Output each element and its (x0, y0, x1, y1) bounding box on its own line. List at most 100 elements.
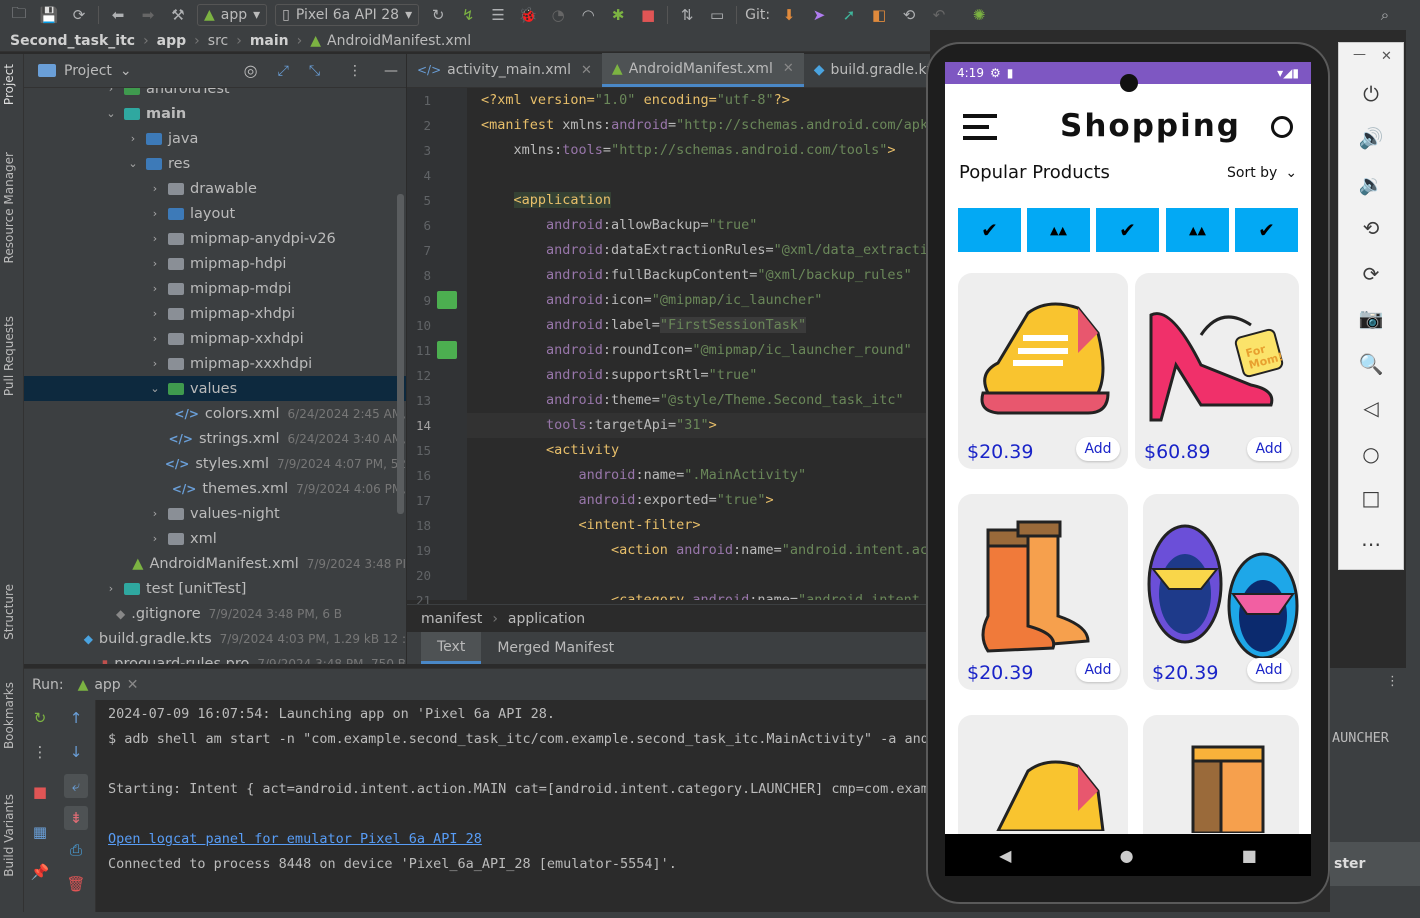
tab-merged-manifest[interactable]: Merged Manifest (481, 632, 630, 664)
git-rollback-icon[interactable]: ↶ (924, 3, 954, 27)
more-icon[interactable]: ⋯ (1356, 529, 1386, 559)
expand-all-icon[interactable]: ⤢ (278, 63, 289, 79)
device-manager-icon[interactable]: ▭ (702, 3, 732, 27)
brand-nike[interactable]: ✔ (958, 208, 1021, 252)
close-icon[interactable]: ✕ (581, 63, 592, 78)
run-config-select[interactable]: ▲ app ▾ (197, 4, 268, 26)
debug-icon[interactable]: 🐞 (513, 3, 543, 27)
android-icon[interactable] (437, 341, 457, 359)
product-card[interactable]: $20.39 Add (958, 494, 1128, 690)
hide-icon[interactable]: — (384, 63, 398, 79)
product-card[interactable]: $20.39 Add (958, 273, 1128, 469)
project-view-select[interactable]: Project (64, 63, 112, 79)
tree-item[interactable]: › androidTest (24, 88, 406, 101)
git-diff-icon[interactable]: ◧ (864, 3, 894, 27)
chevron-right-icon[interactable]: › (126, 132, 140, 145)
sync-icon[interactable]: ⟳ (64, 3, 94, 27)
tab-bookmarks[interactable]: Bookmarks (2, 682, 16, 749)
tree-item[interactable]: </> strings.xml 6/24/2024 3:40 AM, (24, 426, 406, 451)
git-push-icon[interactable]: ➚ (834, 3, 864, 27)
close-icon[interactable]: ✕ (127, 677, 139, 693)
ai-assistant-icon[interactable]: ✺ (964, 3, 994, 27)
breadcrumb-module[interactable]: app (157, 33, 187, 49)
add-button[interactable]: Add (1076, 437, 1120, 461)
add-button[interactable]: Add (1247, 437, 1291, 461)
chevron-right-icon[interactable]: › (104, 582, 118, 595)
chevron-down-icon[interactable]: ⌄ (126, 157, 140, 170)
options-icon[interactable]: ⋮ (1386, 674, 1399, 689)
attach-debugger-icon[interactable]: ◠ (573, 3, 603, 27)
scroll-up-icon[interactable]: ↑ (64, 706, 88, 730)
product-card[interactable]: $20.39 Add (1143, 494, 1299, 690)
overview-icon[interactable]: □ (1356, 483, 1386, 513)
brand-adidas[interactable]: ▲▲ (1166, 208, 1229, 252)
tree-item[interactable]: › java (24, 126, 406, 151)
chevron-right-icon[interactable]: › (148, 532, 162, 545)
volume-up-icon[interactable]: 🔊 (1356, 123, 1386, 153)
chevron-down-icon[interactable]: ⌄ (104, 107, 118, 120)
collapse-all-icon[interactable]: ⤡ (309, 63, 320, 79)
rerun-icon[interactable]: ↻ (28, 706, 52, 730)
open-folder-icon[interactable]: 🗀 (4, 3, 34, 27)
tree-item[interactable]: ◆ .gitignore 7/9/2024 3:48 PM, 6 B (24, 601, 406, 626)
tree-item[interactable]: › mipmap-xhdpi (24, 301, 406, 326)
chevron-right-icon[interactable]: › (148, 357, 162, 370)
volume-down-icon[interactable]: 🔉 (1356, 169, 1386, 199)
chevron-right-icon[interactable]: › (148, 507, 162, 520)
chevron-right-icon[interactable]: › (148, 307, 162, 320)
tree-item[interactable]: › mipmap-hdpi (24, 251, 406, 276)
tab-android-manifest[interactable]: ▲ AndroidManifest.xml ✕ (601, 53, 804, 87)
tab-project[interactable]: Project (2, 64, 16, 105)
tree-item[interactable]: ▲ AndroidManifest.xml 7/9/2024 3:48 PI (24, 551, 406, 576)
tree-item[interactable]: ▮ proguard-rules.pro 7/9/2024 3:48 PM, 750… (24, 651, 406, 665)
chevron-right-icon[interactable]: › (148, 182, 162, 195)
chevron-right-icon[interactable]: › (148, 282, 162, 295)
search-everywhere-icon[interactable]: ⌕ (1370, 3, 1400, 27)
logcat-icon[interactable]: ☰ (483, 3, 513, 27)
menu-icon[interactable] (963, 114, 997, 142)
tree-item[interactable]: ⌄ res (24, 151, 406, 176)
tab-build-variants[interactable]: Build Variants (2, 794, 16, 877)
tab-text[interactable]: Text (421, 632, 482, 664)
back-icon[interactable]: ◁ (1356, 393, 1386, 423)
print-icon[interactable]: ⎙ (64, 838, 88, 862)
soft-wrap-icon[interactable]: ⤶ (64, 774, 88, 798)
code-editor[interactable]: <?xml version="1.0" encoding="utf-8"?> <m… (467, 88, 930, 600)
chevron-right-icon[interactable]: › (148, 257, 162, 270)
tree-item[interactable]: › xml (24, 526, 406, 551)
chevron-right-icon[interactable]: › (104, 88, 118, 95)
breadcrumb-src[interactable]: src (208, 33, 228, 49)
search-icon[interactable] (1271, 116, 1293, 138)
brand-nike[interactable]: ✔ (1096, 208, 1159, 252)
breadcrumb-main[interactable]: main (250, 33, 289, 49)
run-tests-icon[interactable]: ✱ (603, 3, 633, 27)
stop-icon[interactable]: ■ (28, 780, 52, 804)
tree-item[interactable]: › drawable (24, 176, 406, 201)
profile-icon[interactable]: ◔ (543, 3, 573, 27)
save-icon[interactable]: 💾 (34, 3, 64, 27)
scroll-down-icon[interactable]: ↓ (64, 740, 88, 764)
brand-adidas[interactable]: ▲▲ (1027, 208, 1090, 252)
tree-item[interactable]: </> themes.xml 7/9/2024 4:06 PM, (24, 476, 406, 501)
git-history-icon[interactable]: ⟲ (894, 3, 924, 27)
crumb-manifest[interactable]: manifest (421, 611, 482, 627)
android-icon[interactable] (437, 291, 457, 309)
options-icon[interactable]: ⋮ (348, 63, 362, 79)
device-select[interactable]: ▯ Pixel 6a API 28 ▾ (275, 4, 420, 26)
gradle-sync-icon[interactable]: ⇅ (672, 3, 702, 27)
breadcrumb-project[interactable]: Second_task_itc (10, 33, 135, 49)
forward-icon[interactable]: ➡ (133, 3, 163, 27)
product-card[interactable] (1143, 715, 1299, 834)
tree-item[interactable]: › mipmap-xxhdpi (24, 326, 406, 351)
tree-item[interactable]: › mipmap-anydpi-v26 (24, 226, 406, 251)
brand-nike[interactable]: ✔ (1235, 208, 1298, 252)
git-commit-icon[interactable]: ➤ (804, 3, 834, 27)
pin-icon[interactable]: 📌 (28, 860, 52, 884)
scroll-to-end-icon[interactable]: ⇟ (64, 806, 88, 830)
minimize-icon[interactable]: — (1353, 47, 1366, 62)
power-icon[interactable]: ⏻ (1356, 79, 1386, 109)
locate-icon[interactable]: ◎ (244, 61, 258, 80)
notification-popup[interactable]: ster (1330, 842, 1420, 886)
breadcrumb-file[interactable]: AndroidManifest.xml (327, 33, 471, 49)
layout-icon[interactable]: ▦ (28, 820, 52, 844)
